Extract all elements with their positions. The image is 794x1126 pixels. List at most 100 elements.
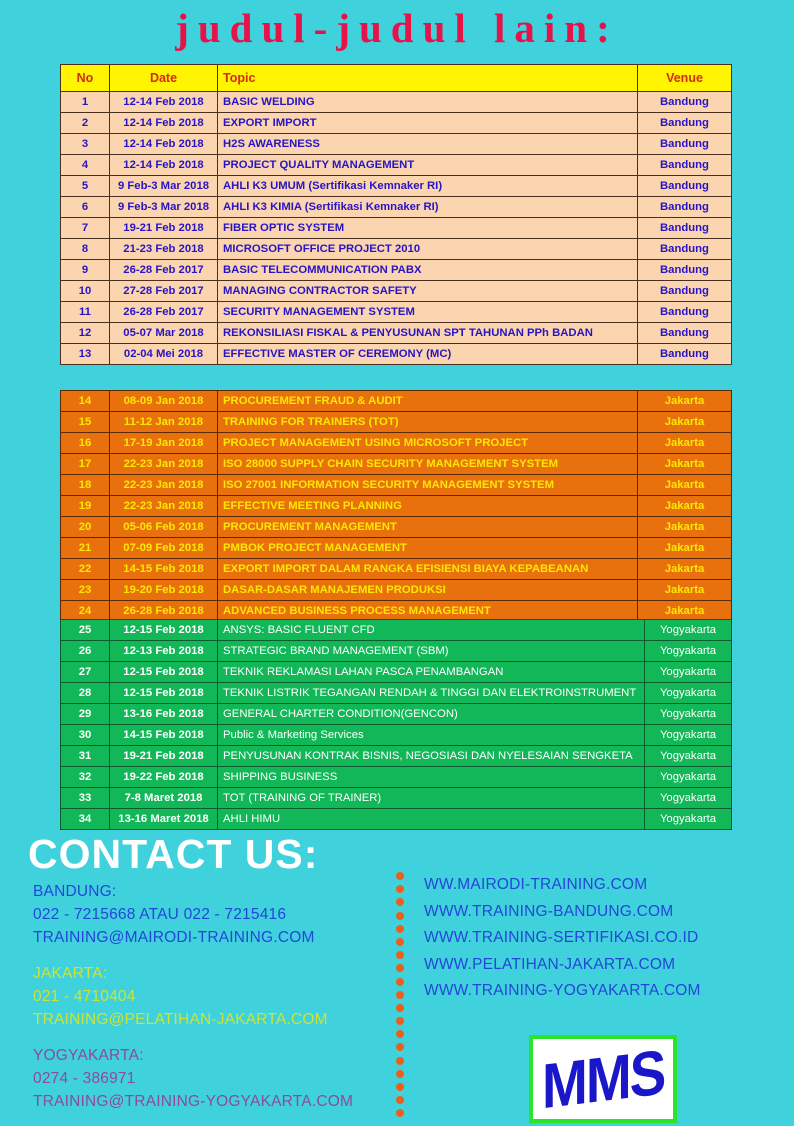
cell-venue: Yogyakarta [644,724,732,746]
cell-date: 22-23 Jan 2018 [109,495,218,517]
cell-topic: AHLI K3 UMUM (Sertifikasi Kemnaker RI) [217,175,638,197]
cell-date: 12-14 Feb 2018 [109,91,218,113]
schedule-table-jakarta: 14 08-09 Jan 2018 PROCUREMENT FRAUD & AUDI… [60,390,732,622]
contact-phone-bandung[interactable]: 022 - 7215668 ATAU 022 - 7215416 [33,903,383,926]
cell-no: 33 [60,787,110,809]
cell-topic: ISO 28000 SUPPLY CHAIN SECURITY MANAGEME… [217,453,638,475]
table-row: 1 12-14 Feb 2018 BASIC WELDING Bandung [60,91,732,113]
cell-topic: PROJECT MANAGEMENT USING MICROSOFT PROJE… [217,432,638,454]
contact-email-yogyakarta[interactable]: TRAINING@TRAINING-YOGYAKARTA.COM [33,1090,383,1113]
cell-no: 20 [60,516,110,538]
cell-no: 9 [60,259,110,281]
cell-venue: Bandung [637,217,732,239]
contact-email-bandung[interactable]: TRAINING@MAIRODI-TRAINING.COM [33,926,383,949]
table-row: 32 19-22 Feb 2018 SHIPPING BUSINESS Yogyaka… [60,766,732,788]
cell-topic: REKONSILIASI FISKAL & PENYUSUNAN SPT TAH… [217,322,638,344]
divider-dot [396,885,404,894]
contact-city-bandung: BANDUNG: [33,883,117,900]
table-row: 22 14-15 Feb 2018 EXPORT IMPORT DALAM RANG… [60,558,732,580]
cell-venue: Bandung [637,133,732,155]
table-row: 7 19-21 Feb 2018 FIBER OPTIC SYSTEM Bandung [60,217,732,239]
cell-date: 14-15 Feb 2018 [109,558,218,580]
cell-venue: Jakarta [637,411,732,433]
cell-date: 26-28 Feb 2017 [109,301,218,323]
cell-date: 19-21 Feb 2018 [109,217,218,239]
cell-no: 32 [60,766,110,788]
cell-topic: ISO 27001 INFORMATION SECURITY MANAGEMEN… [217,474,638,496]
cell-venue: Bandung [637,154,732,176]
table-row: 2 12-14 Feb 2018 EXPORT IMPORT Bandung [60,112,732,134]
divider-dot [396,951,404,960]
cell-venue: Yogyakarta [644,703,732,725]
cell-venue: Bandung [637,112,732,134]
table-row: 19 22-23 Jan 2018 EFFECTIVE MEETING PLANNI… [60,495,732,517]
cell-venue: Jakarta [637,453,732,475]
cell-no: 18 [60,474,110,496]
table-row: 59 Feb-3 Mar 2018 AHLI K3 UMUM (Sertifika… [60,175,732,197]
table-row: 15 11-12 Jan 2018 TRAINING FOR TRAINERS (T… [60,411,732,433]
cell-venue: Yogyakarta [644,745,732,767]
cell-topic: H2S AWARENESS [217,133,638,155]
cell-date: 05-07 Mar 2018 [109,322,218,344]
cell-topic: PROCUREMENT FRAUD & AUDIT [217,390,638,412]
cell-no: 10 [60,280,110,302]
cell-topic: TEKNIK LISTRIK TEGANGAN RENDAH & TINGGI … [217,682,645,704]
cell-venue: Jakarta [637,537,732,559]
table-row: 34 13-16 Maret 2018 AHLI HIMU Yogyakarta [60,808,732,830]
divider-dot [396,937,404,946]
cell-venue: Bandung [637,280,732,302]
table-row: 30 14-15 Feb 2018 Public & Marketing Servi… [60,724,732,746]
cell-venue: Bandung [637,196,732,218]
cell-topic: ANSYS: BASIC FLUENT CFD [217,619,645,641]
contact-city-yogyakarta: YOGYAKARTA: [33,1047,144,1064]
cell-topic: TEKNIK REKLAMASI LAHAN PASCA PENAMBANGAN [217,661,645,683]
cell-venue: Bandung [637,175,732,197]
cell-no: 31 [60,745,110,767]
contact-phone-jakarta[interactable]: 021 - 4710404 [33,985,383,1008]
cell-venue: Yogyakarta [644,640,732,662]
table-row: 4 12-14 Feb 2018 PROJECT QUALITY MANAGEMEN… [60,154,732,176]
website-link[interactable]: WWW.PELATIHAN-JAKARTA.COM [424,952,784,979]
website-link[interactable]: WWW.TRAINING-YOGYAKARTA.COM [424,978,784,1005]
cell-date: 19-20 Feb 2018 [109,579,218,601]
cell-venue: Bandung [637,343,732,365]
website-link[interactable]: WWW.TRAINING-SERTIFIKASI.CO.ID [424,925,784,952]
cell-date: 27-28 Feb 2017 [109,280,218,302]
cell-venue: Jakarta [637,432,732,454]
cell-venue: Yogyakarta [644,808,732,830]
table-row: 17 22-23 Jan 2018 ISO 28000 SUPPLY CHAIN S… [60,453,732,475]
divider-dot [396,1003,404,1012]
cell-no: 25 [60,619,110,641]
divider-dot [396,1096,404,1105]
cell-no: 29 [60,703,110,725]
cell-date: 22-23 Jan 2018 [109,453,218,475]
table-row: 69 Feb-3 Mar 2018 AHLI K3 KIMIA (Sertifik… [60,196,732,218]
table-row: 10 27-28 Feb 2017 MANAGING CONTRACTOR SAFE… [60,280,732,302]
cell-no: 3 [60,133,110,155]
cell-venue: Jakarta [637,516,732,538]
cell-no: 12 [60,322,110,344]
cell-topic: PENYUSUNAN KONTRAK BISNIS, NEGOSIASI DAN… [217,745,645,767]
contact-phone-yogyakarta[interactable]: 0274 - 386971 [33,1067,383,1090]
contact-email-jakarta[interactable]: TRAINING@PELATIHAN-JAKARTA.COM [33,1008,383,1031]
cell-no: 17 [60,453,110,475]
column-header-date: Date [109,64,218,92]
table-row: 29 13-16 Feb 2018 GENERAL CHARTER CONDITIO… [60,703,732,725]
divider-dot [396,1030,404,1039]
cell-venue: Yogyakarta [644,682,732,704]
cell-venue: Yogyakarta [644,661,732,683]
cell-topic: PROCUREMENT MANAGEMENT [217,516,638,538]
cell-topic: DASAR-DASAR MANAJEMEN PRODUKSI [217,579,638,601]
cell-topic: TRAINING FOR TRAINERS (TOT) [217,411,638,433]
cell-no: 15 [60,411,110,433]
website-link[interactable]: WWW.TRAINING-BANDUNG.COM [424,899,784,926]
cell-topic: BASIC TELECOMMUNICATION PABX [217,259,638,281]
divider-dot [396,1109,404,1118]
divider-dot [396,1083,404,1091]
cell-date: 12-15 Feb 2018 [109,682,218,704]
cell-date: 21-23 Feb 2018 [109,238,218,260]
cell-no: 28 [60,682,110,704]
website-link[interactable]: WW.MAIRODI-TRAINING.COM [424,872,784,899]
table-body-yogyakarta: 25 12-15 Feb 2018 ANSYS: BASIC FLUENT CFD Y… [60,619,732,830]
cell-venue: Bandung [637,91,732,113]
